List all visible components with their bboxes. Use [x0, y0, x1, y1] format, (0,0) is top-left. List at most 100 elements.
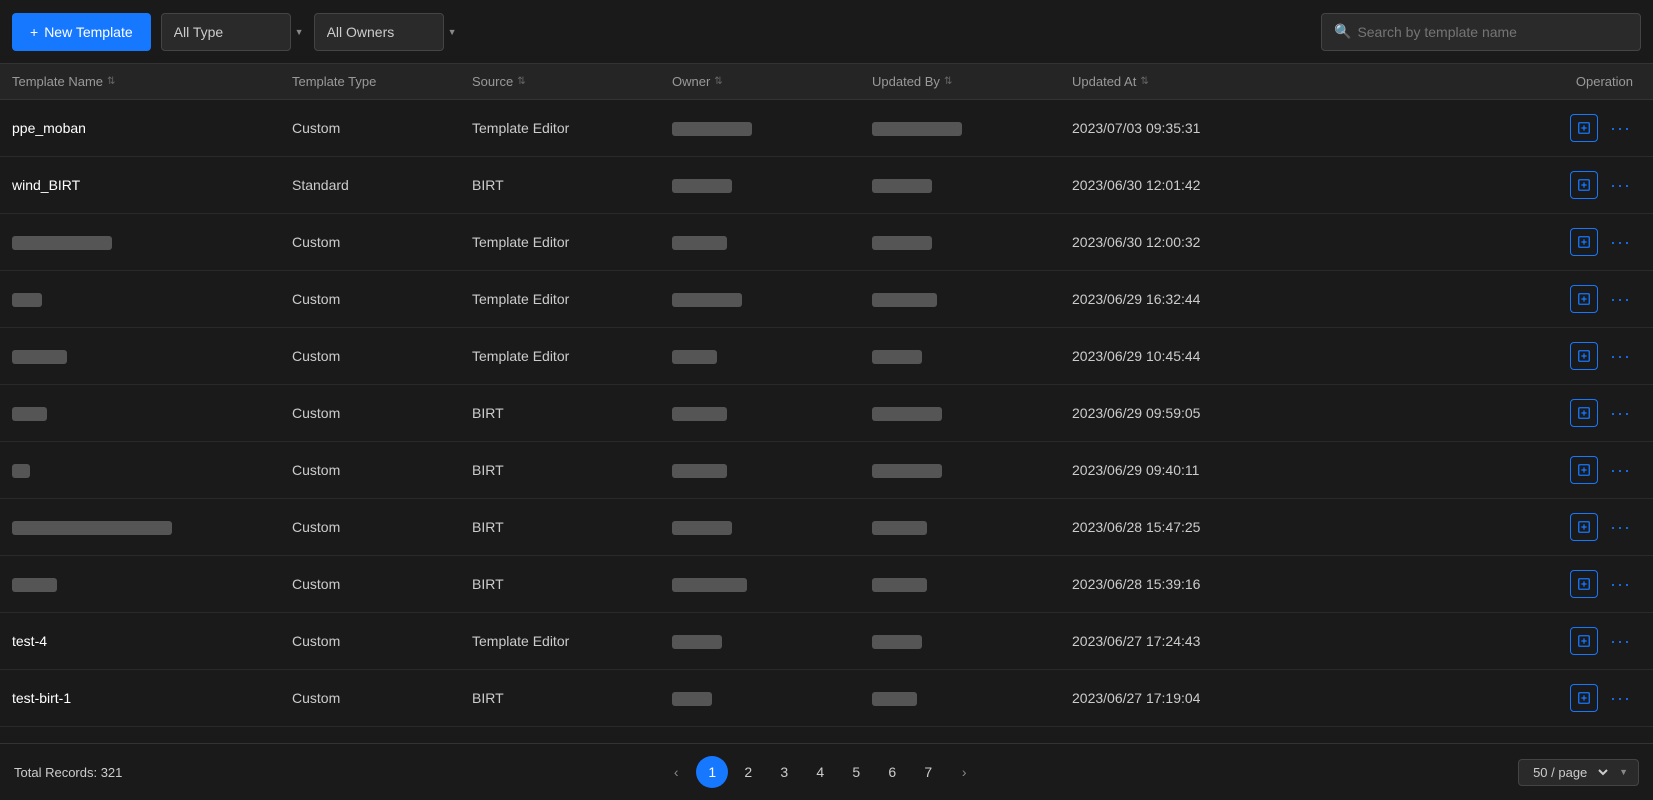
cell-updated-at: 2023/06/27 17:19:04: [1072, 690, 1292, 706]
prev-page-button[interactable]: ‹: [660, 756, 692, 788]
more-actions-button[interactable]: ···: [1608, 175, 1633, 196]
cell-operations: ···: [1292, 513, 1641, 541]
col-header-source[interactable]: Source ⇅: [472, 74, 672, 89]
sort-icon-updated-by: ⇅: [944, 76, 952, 87]
page-1-button[interactable]: 1: [696, 756, 728, 788]
cell-source: BIRT: [472, 177, 672, 193]
per-page-select[interactable]: 10 / page 20 / page 50 / page 100 / page: [1529, 764, 1611, 781]
new-template-button[interactable]: + New Template: [12, 13, 151, 51]
preview-button[interactable]: [1570, 285, 1598, 313]
cell-template-name: wind_BIRT: [12, 177, 292, 193]
preview-button[interactable]: [1570, 114, 1598, 142]
cell-owner: [672, 120, 872, 136]
sort-icon-name: ⇅: [107, 76, 115, 87]
cell-updated-at: 2023/06/29 16:32:44: [1072, 291, 1292, 307]
cell-updated-by: [872, 633, 1072, 649]
page-3-button[interactable]: 3: [768, 756, 800, 788]
cell-operations: ···: [1292, 570, 1641, 598]
more-actions-button[interactable]: ···: [1608, 460, 1633, 481]
preview-button[interactable]: [1570, 627, 1598, 655]
cell-operations: ···: [1292, 456, 1641, 484]
per-page-selector[interactable]: 10 / page 20 / page 50 / page 100 / page: [1518, 759, 1639, 786]
owner-dropdown[interactable]: All Owners: [314, 13, 457, 51]
owner-select[interactable]: All Owners: [327, 24, 431, 40]
cell-template-type: Custom: [292, 120, 472, 136]
cell-updated-by: [872, 576, 1072, 592]
cell-source: Template Editor: [472, 291, 672, 307]
table-body: ppe_mobanCustomTemplate Editor2023/07/03…: [0, 100, 1653, 727]
table-row: test-4CustomTemplate Editor2023/06/27 17…: [0, 613, 1653, 670]
sort-icon-source: ⇅: [517, 76, 525, 87]
preview-button[interactable]: [1570, 684, 1598, 712]
cell-updated-by: [872, 291, 1072, 307]
cell-owner: [672, 405, 872, 421]
cell-owner: [672, 462, 872, 478]
preview-button[interactable]: [1570, 228, 1598, 256]
cell-source: BIRT: [472, 405, 672, 421]
page-5-button[interactable]: 5: [840, 756, 872, 788]
next-page-button[interactable]: ›: [948, 756, 980, 788]
col-header-name[interactable]: Template Name ⇅: [12, 74, 292, 89]
plus-icon: +: [30, 24, 38, 40]
cell-owner: [672, 234, 872, 250]
more-actions-button[interactable]: ···: [1608, 688, 1633, 709]
cell-operations: ···: [1292, 228, 1641, 256]
page-6-button[interactable]: 6: [876, 756, 908, 788]
cell-template-type: Custom: [292, 234, 472, 250]
cell-template-type: Custom: [292, 462, 472, 478]
cell-updated-by: [872, 234, 1072, 250]
more-actions-button[interactable]: ···: [1608, 118, 1633, 139]
cell-template-type: Custom: [292, 405, 472, 421]
cell-owner: [672, 633, 872, 649]
type-select[interactable]: All Type Custom Standard: [174, 24, 278, 40]
cell-operations: ···: [1292, 285, 1641, 313]
cell-template-type: Custom: [292, 291, 472, 307]
col-header-operation: Operation: [1292, 74, 1641, 89]
col-header-updated-at[interactable]: Updated At ⇅: [1072, 74, 1292, 89]
cell-updated-by: [872, 177, 1072, 193]
more-actions-button[interactable]: ···: [1608, 232, 1633, 253]
search-box[interactable]: 🔍: [1321, 13, 1641, 51]
cell-template-name: ppe_moban: [12, 120, 292, 136]
cell-updated-at: 2023/06/28 15:47:25: [1072, 519, 1292, 535]
cell-template-name: [12, 348, 292, 364]
cell-owner: [672, 690, 872, 706]
cell-template-type: Standard: [292, 177, 472, 193]
type-dropdown[interactable]: All Type Custom Standard: [161, 13, 304, 51]
preview-button[interactable]: [1570, 513, 1598, 541]
table-row: CustomBIRT2023/06/28 15:47:25···: [0, 499, 1653, 556]
cell-updated-at: 2023/06/29 09:59:05: [1072, 405, 1292, 421]
more-actions-button[interactable]: ···: [1608, 517, 1633, 538]
preview-button[interactable]: [1570, 342, 1598, 370]
total-records: Total Records: 321: [14, 765, 122, 780]
table-row: test-birt-1CustomBIRT2023/06/27 17:19:04…: [0, 670, 1653, 727]
cell-operations: ···: [1292, 171, 1641, 199]
cell-template-type: Custom: [292, 576, 472, 592]
more-actions-button[interactable]: ···: [1608, 346, 1633, 367]
cell-template-name: [12, 291, 292, 307]
cell-owner: [672, 291, 872, 307]
preview-button[interactable]: [1570, 456, 1598, 484]
col-header-owner[interactable]: Owner ⇅: [672, 74, 872, 89]
more-actions-button[interactable]: ···: [1608, 403, 1633, 424]
preview-button[interactable]: [1570, 570, 1598, 598]
cell-updated-at: 2023/06/29 09:40:11: [1072, 462, 1292, 478]
cell-template-type: Custom: [292, 348, 472, 364]
more-actions-button[interactable]: ···: [1608, 289, 1633, 310]
page-4-button[interactable]: 4: [804, 756, 836, 788]
page-2-button[interactable]: 2: [732, 756, 764, 788]
cell-template-name: test-birt-1: [12, 690, 292, 706]
cell-owner: [672, 348, 872, 364]
cell-source: BIRT: [472, 690, 672, 706]
search-input[interactable]: [1357, 24, 1628, 40]
cell-template-name: [12, 405, 292, 421]
col-header-updated-by[interactable]: Updated By ⇅: [872, 74, 1072, 89]
more-actions-button[interactable]: ···: [1608, 631, 1633, 652]
cell-updated-at: 2023/06/30 12:00:32: [1072, 234, 1292, 250]
page-7-button[interactable]: 7: [912, 756, 944, 788]
more-actions-button[interactable]: ···: [1608, 574, 1633, 595]
preview-button[interactable]: [1570, 171, 1598, 199]
cell-source: BIRT: [472, 519, 672, 535]
cell-template-name: [12, 519, 292, 535]
preview-button[interactable]: [1570, 399, 1598, 427]
